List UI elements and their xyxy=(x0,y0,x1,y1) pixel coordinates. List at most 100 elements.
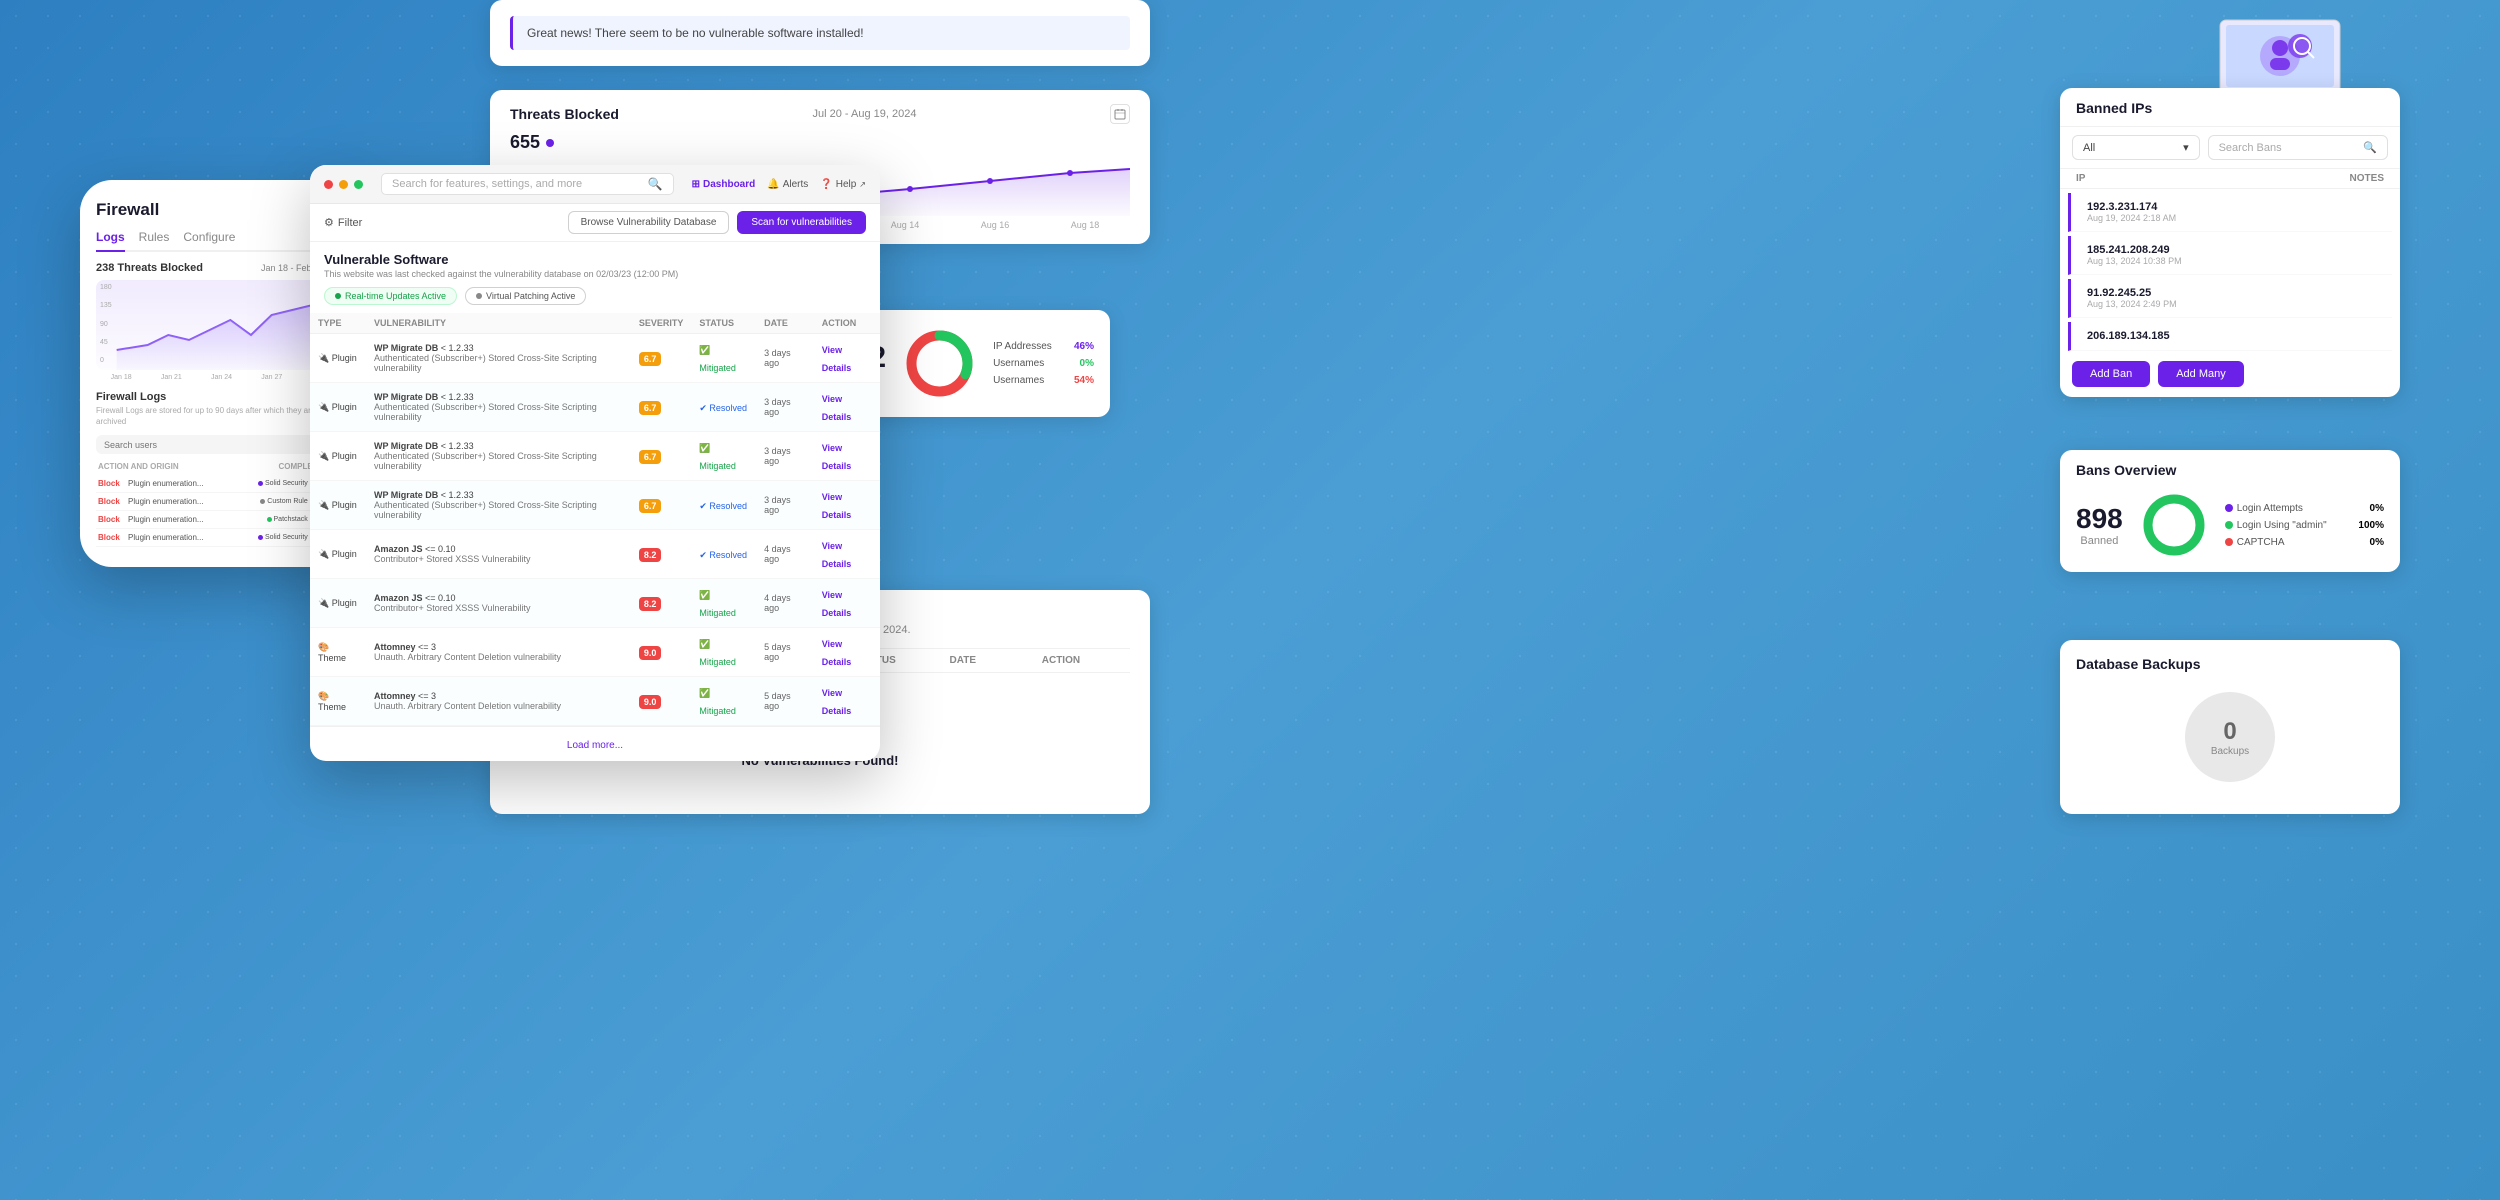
table-row: 🔌 Plugin WP Migrate DB < 1.2.33Authentic… xyxy=(310,481,880,530)
phone-stats-header: 238 Threats Blocked Jan 18 - Feb 1, 2022 xyxy=(96,262,344,274)
view-details-link-5[interactable]: View Details xyxy=(822,541,852,569)
view-details-link[interactable]: View Details xyxy=(822,345,852,373)
breakdown-user: Usernames 0% xyxy=(993,358,1094,369)
cell-plugin: WP Migrate DB < 1.2.33Authenticated (Sub… xyxy=(366,334,631,383)
table-row: 🔌 Plugin Amazon JS <= 0.10Contributor+ S… xyxy=(310,530,880,579)
table-row: 🔌 Plugin WP Migrate DB < 1.2.33Authentic… xyxy=(310,383,880,432)
browse-vuln-button[interactable]: Browse Vulnerability Database xyxy=(568,211,730,234)
table-row: 🔌 Plugin WP Migrate DB < 1.2.33Authentic… xyxy=(310,432,880,481)
backups-count: 0 xyxy=(2223,718,2236,746)
threats-header: Threats Blocked Jul 20 - Aug 19, 2024 xyxy=(510,104,1130,124)
view-details-link-3[interactable]: View Details xyxy=(822,443,852,471)
threats-date: Jul 20 - Aug 19, 2024 xyxy=(812,108,916,120)
status-badges: Real-time Updates Active Virtual Patchin… xyxy=(310,283,880,313)
scan-button[interactable]: Scan for vulnerabilities xyxy=(737,211,866,234)
threats-title: Threats Blocked xyxy=(510,106,619,122)
bans-overview-title: Bans Overview xyxy=(2076,462,2384,478)
vuln-table-head: TYPE VULNERABILITY SEVERITY STATUS DATE … xyxy=(310,313,880,334)
table-header-row: TYPE VULNERABILITY SEVERITY STATUS DATE … xyxy=(310,313,880,334)
vuln-table-wrapper: TYPE VULNERABILITY SEVERITY STATUS DATE … xyxy=(310,313,880,726)
phone-tabs: Logs Rules Configure xyxy=(96,230,344,252)
view-details-link-6[interactable]: View Details xyxy=(822,590,852,618)
threats-value: 655 xyxy=(510,132,1130,153)
bans-row-2: Login Using "admin" 100% xyxy=(2225,520,2384,531)
ip-row-1: 192.3.231.174 Aug 19, 2024 2:18 AM xyxy=(2068,193,2392,232)
window-close-dot[interactable] xyxy=(324,180,333,189)
bans-breakdown-list: Login Attempts 0% Login Using "admin" 10… xyxy=(2225,503,2384,548)
nav-help[interactable]: ❓ Help ↗ xyxy=(820,179,866,190)
phone-search-input[interactable] xyxy=(104,440,318,450)
ip-row-4: 206.189.134.185 xyxy=(2068,322,2392,351)
phone-x-labels: Jan 18 Jan 21 Jan 24 Jan 27 Feb 1 xyxy=(96,374,344,381)
ip-date-1: Aug 19, 2024 2:18 AM xyxy=(2087,213,2176,223)
good-news-banner: Great news! There seem to be no vulnerab… xyxy=(510,16,1130,50)
ip-address-4: 206.189.134.185 xyxy=(2087,330,2170,342)
add-many-button[interactable]: Add Many xyxy=(2158,361,2244,387)
banned-ips-panel: Banned IPs All ▾ Search Bans 🔍 IP NOTES … xyxy=(2060,88,2400,397)
nav-alerts[interactable]: 🔔 Alerts xyxy=(767,179,808,190)
db-backups-title: Database Backups xyxy=(2076,656,2384,672)
view-details-link-7[interactable]: View Details xyxy=(822,639,852,667)
banned-ips-table-header: IP NOTES xyxy=(2060,168,2400,189)
phone-log-row-4: Block Plugin enumeration... Solid Securi… xyxy=(96,529,344,547)
threats-dot xyxy=(546,139,554,147)
th-action: ACTION xyxy=(814,313,880,334)
modal-search[interactable]: Search for features, settings, and more … xyxy=(381,173,674,195)
patching-active-text: Virtual Patching Active xyxy=(486,291,575,301)
phone-search-bar[interactable]: 🔍 xyxy=(96,435,344,454)
phone-log-list: Block Plugin enumeration... Solid Securi… xyxy=(96,475,344,547)
bans-donut xyxy=(2139,490,2209,560)
table-row: 🎨 Theme Attomney <= 3Unauth. Arbitrary C… xyxy=(310,677,880,726)
modal-nav: ⊞ Dashboard 🔔 Alerts ❓ Help ↗ xyxy=(692,179,866,190)
col-ip: IP xyxy=(2076,173,2085,184)
phone-tab-configure[interactable]: Configure xyxy=(183,230,235,250)
nav-dashboard[interactable]: ⊞ Dashboard xyxy=(692,179,756,190)
load-more-link[interactable]: Load more... xyxy=(567,740,623,751)
view-details-link-8[interactable]: View Details xyxy=(822,688,852,716)
vuln-section-desc: This website was last checked against th… xyxy=(324,269,866,279)
ip-address-1: 192.3.231.174 xyxy=(2087,201,2176,213)
filter-select[interactable]: All ▾ xyxy=(2072,135,2200,160)
th-vulnerability: VULNERABILITY xyxy=(366,313,631,334)
bans-count: 898 Banned xyxy=(2076,503,2123,547)
bans-overview-panel: Bans Overview 898 Banned Login Attempts xyxy=(2060,450,2400,572)
lockouts-donut xyxy=(902,326,977,401)
database-backups-panel: Database Backups 0 Backups xyxy=(2060,640,2400,814)
search-icon: 🔍 xyxy=(648,177,663,191)
calendar-icon[interactable] xyxy=(1110,104,1130,124)
backups-content: 0 Backups xyxy=(2076,676,2384,798)
dot-green xyxy=(2225,521,2233,529)
phone-log-row-2: Block Plugin enumeration... Custom Rule … xyxy=(96,493,344,511)
bans-label: Banned xyxy=(2076,535,2123,547)
bans-row-1: Login Attempts 0% xyxy=(2225,503,2384,514)
banned-ips-header: Banned IPs xyxy=(2060,88,2400,127)
add-ban-button[interactable]: Add Ban xyxy=(2072,361,2150,387)
phone-chart: 180 135 90 45 0 xyxy=(96,280,344,370)
dot-red xyxy=(2225,538,2233,546)
window-expand-dot[interactable] xyxy=(354,180,363,189)
vuln-section-header: Vulnerable Software This website was las… xyxy=(310,242,880,283)
alert-icon: 🔔 xyxy=(767,179,779,190)
modal-toolbar: ⚙ Filter Browse Vulnerability Database S… xyxy=(310,204,880,242)
phone-threats-count: 238 Threats Blocked xyxy=(96,262,203,274)
search-bans-input[interactable]: Search Bans 🔍 xyxy=(2208,135,2388,160)
backups-circle: 0 Backups xyxy=(2185,692,2275,782)
window-minimize-dot[interactable] xyxy=(339,180,348,189)
filter-button[interactable]: ⚙ Filter xyxy=(324,216,362,229)
cell-status: ✅ Mitigated xyxy=(691,334,756,383)
laptop-illustration xyxy=(2190,10,2370,95)
phone-log-row-1: Block Plugin enumeration... Solid Securi… xyxy=(96,475,344,493)
ip-row-3: 91.92.245.25 Aug 13, 2024 2:49 PM xyxy=(2068,279,2392,318)
ip-row-2: 185.241.208.249 Aug 13, 2024 10:38 PM xyxy=(2068,236,2392,275)
bans-number: 898 xyxy=(2076,503,2123,535)
view-details-link-4[interactable]: View Details xyxy=(822,492,852,520)
table-row: 🎨 Theme Attomney <= 3Unauth. Arbitrary C… xyxy=(310,628,880,677)
view-details-link-2[interactable]: View Details xyxy=(822,394,852,422)
green-dot xyxy=(335,293,341,299)
banned-ips-title: Banned IPs xyxy=(2076,100,2152,116)
filter-label: Filter xyxy=(338,217,362,229)
phone-tab-logs[interactable]: Logs xyxy=(96,230,125,252)
main-modal: Search for features, settings, and more … xyxy=(310,165,880,761)
ip-date-3: Aug 13, 2024 2:49 PM xyxy=(2087,299,2177,309)
phone-tab-rules[interactable]: Rules xyxy=(139,230,170,250)
